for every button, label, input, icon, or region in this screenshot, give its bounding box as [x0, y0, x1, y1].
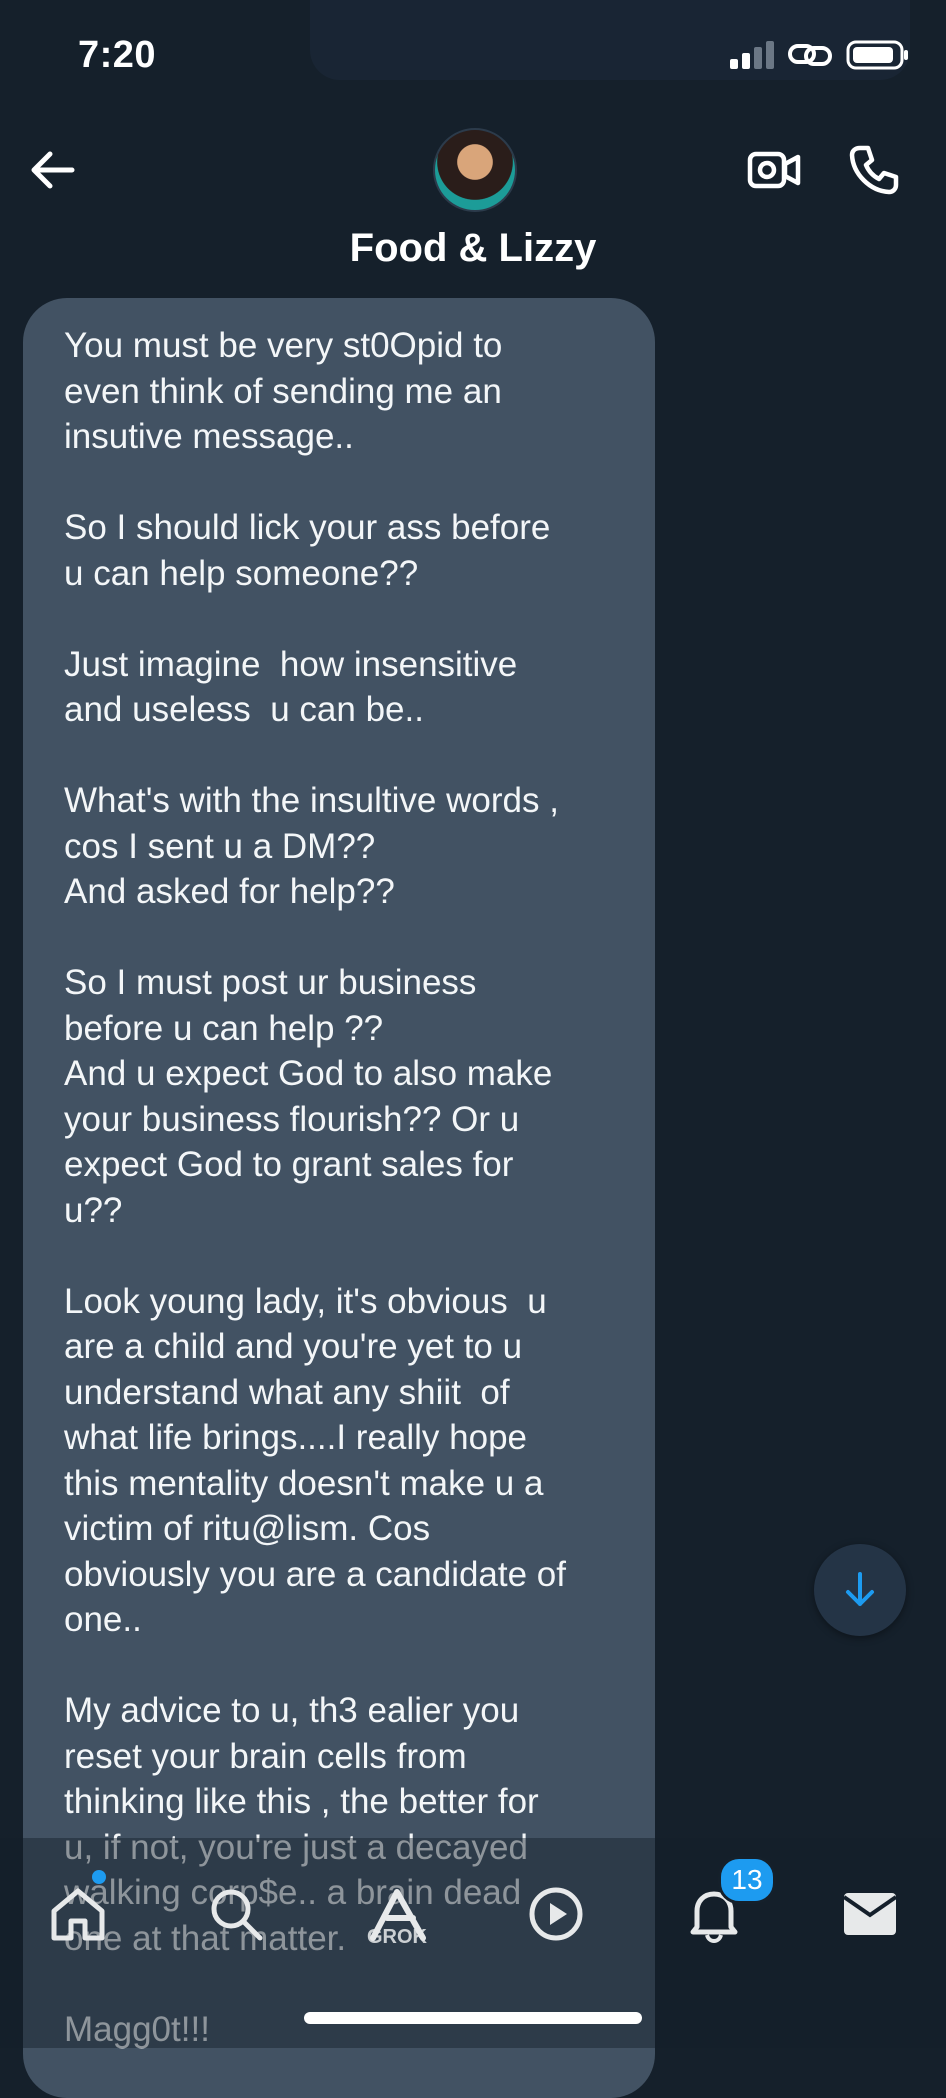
conversation-header: Food & Lizzy: [0, 120, 946, 280]
status-icons: [730, 40, 910, 70]
signal-icon: [730, 41, 774, 69]
tab-home[interactable]: [38, 1874, 118, 1954]
grok-label: GROK: [367, 1926, 427, 1948]
home-icon: [51, 1888, 105, 1941]
home-unread-dot: [92, 1870, 106, 1884]
video-call-button[interactable]: [744, 140, 804, 200]
battery-icon: [846, 40, 908, 70]
phone-icon: [849, 145, 899, 195]
arrow-left-icon: [31, 151, 75, 189]
tab-search[interactable]: [196, 1874, 276, 1954]
link-icon: [788, 44, 832, 66]
home-indicator[interactable]: [304, 2012, 642, 2024]
search-icon: [211, 1889, 263, 1941]
tab-media[interactable]: [516, 1874, 596, 1954]
envelope-icon: [842, 1893, 898, 1935]
voice-call-button[interactable]: [844, 140, 904, 200]
status-bar: 7:20: [0, 0, 946, 120]
notifications-badge: 13: [718, 1856, 776, 1904]
back-button[interactable]: [24, 142, 80, 198]
arrow-down-icon: [846, 1572, 874, 1606]
status-time: 7:20: [78, 34, 157, 76]
avatar[interactable]: [433, 128, 517, 212]
video-camera-icon: [747, 151, 801, 189]
scroll-to-bottom-button[interactable]: [814, 1544, 906, 1636]
message-text: You must be very st0Opid to even think o…: [64, 326, 566, 2049]
conversation-title[interactable]: Food & Lizzy: [0, 226, 946, 271]
tab-messages[interactable]: [830, 1874, 910, 1954]
play-icon: [529, 1887, 583, 1941]
